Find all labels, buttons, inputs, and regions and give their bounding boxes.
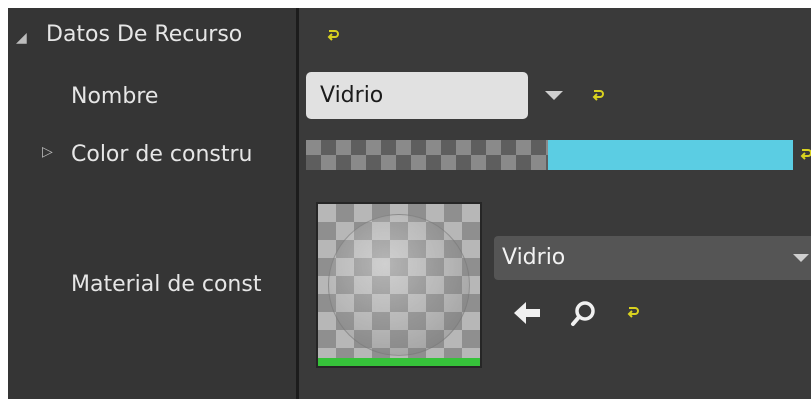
column-splitter[interactable] (296, 8, 299, 399)
panel-left-border (0, 0, 8, 399)
material-combo[interactable]: Vidrio (494, 236, 811, 280)
nombre-reset-icon[interactable] (592, 89, 606, 101)
section-title[interactable]: Datos De Recurso (46, 22, 242, 47)
material-combo-value: Vidrio (502, 245, 566, 270)
chevron-down-icon[interactable] (793, 254, 809, 262)
reset-icon[interactable] (327, 29, 341, 41)
panel-top-border (0, 0, 811, 8)
collapse-triangle-icon[interactable]: ◢ (16, 30, 27, 46)
thumbnail-bar (318, 358, 480, 366)
nombre-dropdown-arrow-icon[interactable] (545, 91, 563, 100)
nombre-input[interactable]: Vidrio (306, 72, 528, 119)
material-preview-sphere (328, 214, 470, 356)
left-arrow-icon[interactable] (512, 300, 542, 330)
search-icon[interactable] (570, 299, 598, 331)
color-alpha-checker (306, 140, 548, 170)
material-reset-icon[interactable] (627, 306, 641, 318)
details-panel: ◢ Datos De Recurso Nombre Vidrio ▷ Color… (0, 0, 811, 399)
color-label: Color de constru (71, 142, 253, 167)
color-swatch[interactable] (548, 140, 793, 170)
material-label: Material de const (71, 272, 262, 297)
nombre-label: Nombre (71, 84, 159, 109)
color-reset-icon[interactable] (800, 148, 811, 160)
expand-triangle-icon[interactable]: ▷ (42, 144, 53, 160)
color-picker-bar[interactable] (306, 140, 793, 170)
label-column (8, 8, 296, 399)
material-thumbnail[interactable] (318, 204, 480, 366)
